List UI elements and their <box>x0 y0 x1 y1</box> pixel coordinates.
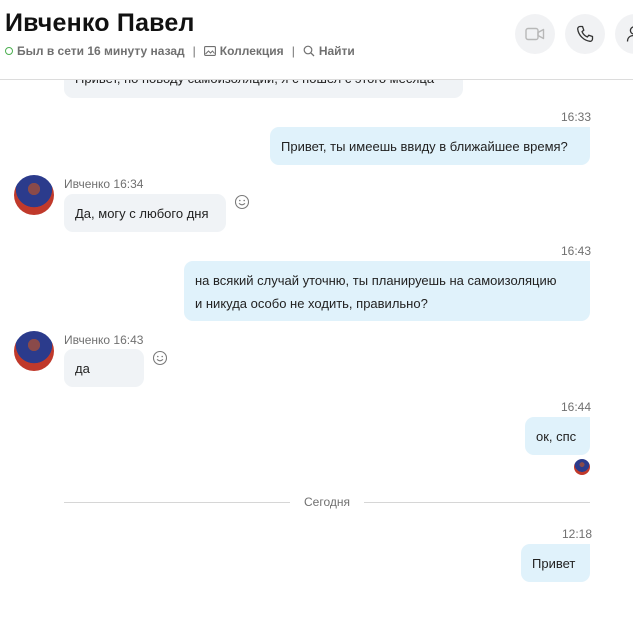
gallery-link[interactable]: Коллекция <box>203 44 284 58</box>
message-time: 12:18 <box>562 527 593 541</box>
find-label: Найти <box>318 44 355 58</box>
add-people-button[interactable] <box>615 14 633 54</box>
date-divider-line <box>364 502 590 503</box>
chat-header: Ивченко Павел Был в сети 16 минуту назад… <box>0 0 633 80</box>
read-receipt-avatar <box>574 459 590 475</box>
message-time: 16:43 <box>561 244 592 258</box>
phone-icon <box>577 25 594 42</box>
separator: | <box>192 44 196 58</box>
avatar[interactable] <box>14 331 54 371</box>
date-divider: Сегодня <box>304 495 350 509</box>
gallery-icon <box>203 46 216 56</box>
message-bubble-incoming[interactable]: да <box>64 349 144 387</box>
add-person-icon <box>626 26 633 42</box>
message-time: 16:33 <box>561 110 592 124</box>
message-text: Да, могу с любого дня <box>75 205 209 221</box>
presence-status: Был в сети 16 минуту назад <box>17 44 185 58</box>
message-bubble-incoming[interactable]: Да, могу с любого дня <box>64 194 226 232</box>
message-text-line: на всякий случай уточню, ты планируешь н… <box>195 273 557 288</box>
contact-name[interactable]: Ивченко Павел <box>5 9 195 38</box>
smiley-reaction-icon[interactable] <box>152 350 168 366</box>
video-call-button[interactable] <box>515 14 555 54</box>
smiley-reaction-icon[interactable] <box>234 194 250 210</box>
separator: | <box>291 44 295 58</box>
online-status-icon <box>5 47 13 55</box>
message-bubble-outgoing[interactable]: Привет <box>521 544 590 582</box>
message-text: ок, спс <box>536 428 577 444</box>
message-text-line: и никуда особо не ходить, правильно? <box>195 296 428 311</box>
find-link[interactable]: Найти <box>303 44 355 58</box>
message-time: 16:44 <box>561 400 592 414</box>
sender-and-time: Ивченко 16:34 <box>64 177 144 191</box>
sender-and-time: Ивченко 16:43 <box>64 333 144 347</box>
gallery-label: Коллекция <box>219 44 284 58</box>
chat-area: Привет, по поводу самоизоляции, я с поше… <box>0 0 633 617</box>
message-text: Привет <box>532 555 576 571</box>
header-subbar: Был в сети 16 минуту назад | Коллекция |… <box>5 44 355 58</box>
video-camera-icon <box>525 27 545 41</box>
message-bubble-outgoing[interactable]: Привет, ты имеешь ввиду в ближайшее врем… <box>270 127 590 165</box>
search-icon <box>303 45 315 57</box>
audio-call-button[interactable] <box>565 14 605 54</box>
message-bubble-outgoing[interactable]: ок, спс <box>525 417 590 455</box>
date-divider-line <box>64 502 290 503</box>
message-bubble-outgoing[interactable]: на всякий случай уточню, ты планируешь н… <box>184 261 590 321</box>
message-text: да <box>75 360 90 376</box>
message-text: Привет, ты имеешь ввиду в ближайшее врем… <box>281 138 568 154</box>
avatar[interactable] <box>14 175 54 215</box>
